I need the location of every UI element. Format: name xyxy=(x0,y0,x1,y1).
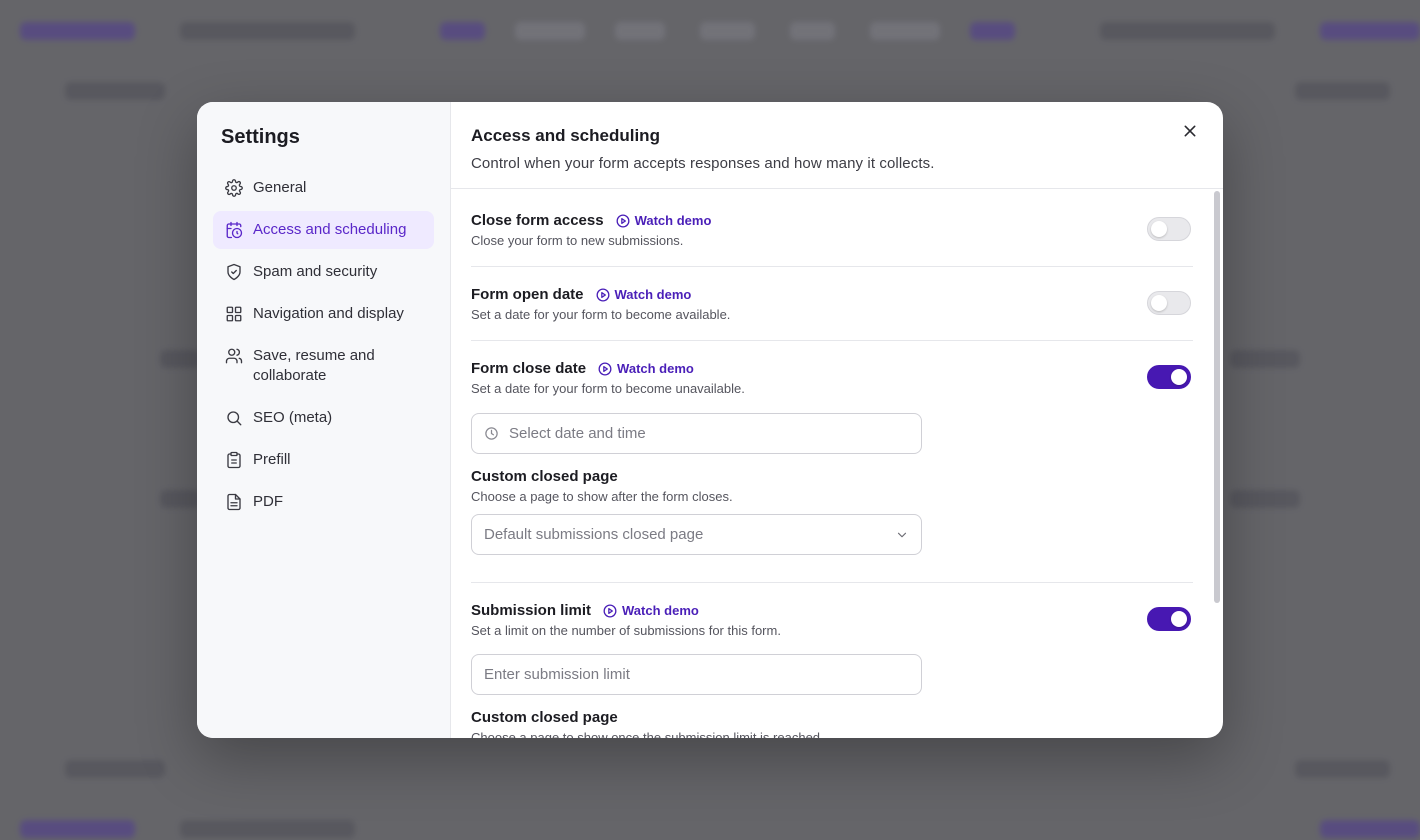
close-date-description: Set a date for your form to become unava… xyxy=(471,381,745,396)
sidebar-item-general[interactable]: General xyxy=(213,169,434,207)
custom-closed-page-label: Custom closed page xyxy=(471,468,618,485)
date-picker-placeholder: Select date and time xyxy=(509,425,646,442)
open-date-description: Set a date for your form to become avail… xyxy=(471,307,731,322)
play-circle-icon xyxy=(616,214,630,227)
watch-demo-link[interactable]: Watch demo xyxy=(596,287,692,302)
submission-limit-title: Submission limit xyxy=(471,602,592,619)
shield-icon xyxy=(227,263,241,281)
sidebar-item-label: SEO (meta) xyxy=(253,409,333,426)
watch-demo-link[interactable]: Watch demo xyxy=(603,603,699,618)
close-date-toggle[interactable] xyxy=(1147,365,1191,389)
open-date-toggle[interactable] xyxy=(1147,291,1191,315)
sidebar-item-access-scheduling[interactable]: Access and scheduling xyxy=(213,211,434,249)
grid-icon xyxy=(226,306,242,322)
page-subtitle: Control when your form accepts responses… xyxy=(471,155,935,172)
calendar-clock-icon xyxy=(226,221,243,239)
sidebar-item-save-resume-collaborate[interactable]: Save, resume and collaborate xyxy=(213,337,434,395)
sidebar-item-label: Prefill xyxy=(253,451,291,468)
chevron-down-icon xyxy=(897,532,907,537)
submission-limit-toggle[interactable] xyxy=(1147,607,1191,631)
submission-limit-description: Set a limit on the number of submissions… xyxy=(471,623,781,638)
watch-demo-link[interactable]: Watch demo xyxy=(598,361,694,376)
close-date-title: Form close date xyxy=(471,360,587,377)
watch-demo-label: Watch demo xyxy=(617,361,694,376)
open-date-title: Form open date xyxy=(471,286,584,303)
form-close-date-section: Form close date Watch demo Set a date fo… xyxy=(471,341,1193,583)
sidebar-item-label: PDF xyxy=(253,493,283,510)
sidebar-item-label: General xyxy=(253,179,307,196)
watch-demo-link[interactable]: Watch demo xyxy=(616,213,712,228)
settings-modal: Settings General Access and scheduling S… xyxy=(197,102,1223,738)
play-circle-icon xyxy=(596,288,609,301)
submission-limit-section: Submission limit Watch demo Set a limit … xyxy=(471,583,1193,738)
sidebar-item-spam-security[interactable]: Spam and security xyxy=(213,253,434,291)
sidebar-item-navigation-display[interactable]: Navigation and display xyxy=(213,295,434,333)
settings-content: Access and scheduling Control when your … xyxy=(451,102,1223,738)
sidebar-item-prefill[interactable]: Prefill xyxy=(213,441,434,479)
limit-closed-page-description: Choose a page to show once the submissio… xyxy=(471,730,824,738)
closed-page-select[interactable]: Default submissions closed page xyxy=(471,514,922,555)
settings-sidebar: Settings General Access and scheduling S… xyxy=(197,102,451,738)
page-title: Access and scheduling xyxy=(471,126,660,145)
scrollbar[interactable] xyxy=(1214,191,1220,603)
submission-limit-input[interactable]: Enter submission limit xyxy=(471,654,922,695)
search-icon xyxy=(227,411,242,426)
watch-demo-label: Watch demo xyxy=(634,213,712,228)
close-button[interactable] xyxy=(1179,120,1201,142)
document-icon xyxy=(227,493,241,511)
sidebar-item-pdf[interactable]: PDF xyxy=(213,483,434,521)
gear-icon xyxy=(225,179,243,197)
play-circle-icon xyxy=(603,604,617,617)
sidebar-item-seo[interactable]: SEO (meta) xyxy=(213,399,434,437)
close-icon xyxy=(1184,125,1196,137)
closed-page-select-value: Default submissions closed page xyxy=(484,526,704,543)
sidebar-item-label: Save, resume and collaborate xyxy=(253,347,375,384)
close-date-picker[interactable]: Select date and time xyxy=(471,413,922,454)
form-open-date-section: Form open date Watch demo Set a date for… xyxy=(471,267,1193,341)
users-icon xyxy=(225,348,243,364)
close-form-access-section: Close form access Watch demo Close your … xyxy=(471,189,1193,267)
custom-closed-page-description: Choose a page to show after the form clo… xyxy=(471,489,733,504)
clock-icon xyxy=(485,427,498,440)
settings-scroll-area[interactable]: Close form access Watch demo Close your … xyxy=(451,189,1223,738)
sidebar-item-label: Access and scheduling xyxy=(253,221,407,238)
submission-limit-placeholder: Enter submission limit xyxy=(484,666,630,683)
sidebar-title: Settings xyxy=(221,126,300,148)
close-access-description: Close your form to new submissions. xyxy=(471,233,684,248)
limit-closed-page-label: Custom closed page xyxy=(471,709,618,726)
watch-demo-label: Watch demo xyxy=(622,603,699,618)
play-circle-icon xyxy=(598,362,612,375)
sidebar-item-label: Spam and security xyxy=(253,263,378,280)
watch-demo-label: Watch demo xyxy=(614,287,692,302)
content-header: Access and scheduling Control when your … xyxy=(451,102,1223,189)
clipboard-icon xyxy=(227,451,241,469)
close-access-title: Close form access xyxy=(471,212,604,229)
close-access-toggle[interactable] xyxy=(1147,217,1191,241)
sidebar-item-label: Navigation and display xyxy=(253,305,404,322)
